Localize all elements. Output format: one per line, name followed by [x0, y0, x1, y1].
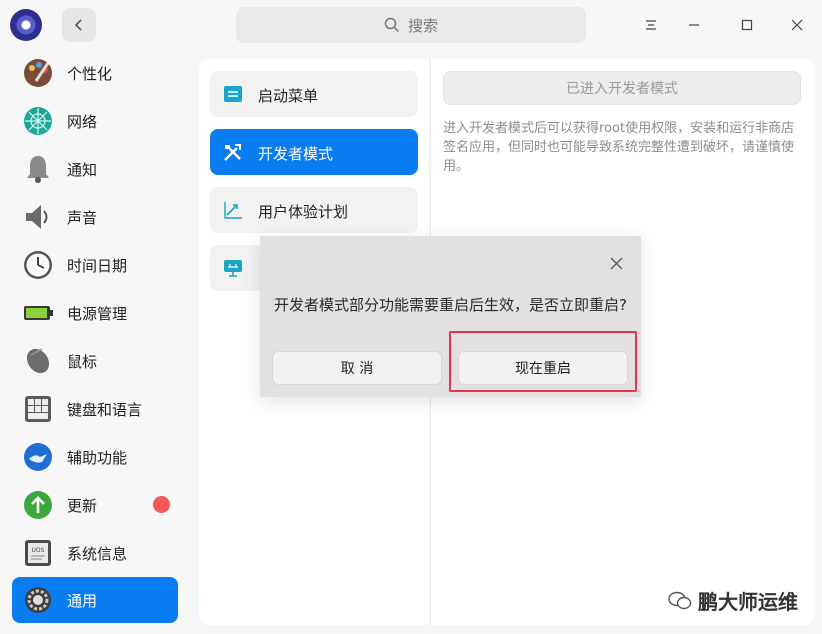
menu-button[interactable]	[640, 14, 662, 36]
sidebar-item-datetime[interactable]: 时间日期	[12, 242, 178, 288]
watermark-text: 鹏大师运维	[698, 590, 798, 614]
speaker-icon	[26, 205, 48, 229]
personalization-icon	[24, 59, 52, 87]
developer-mode-button[interactable]: 已进入开发者模式	[443, 71, 801, 105]
keyboard-icon	[25, 396, 51, 422]
dialog-message: 开发者模式部分功能需要重启后生效，是否立即重启?	[274, 296, 627, 314]
sidebar-item-update[interactable]: 更新	[12, 482, 178, 528]
sidebar-item-label: 辅助功能	[67, 448, 128, 467]
sidebar-item-label: 网络	[67, 112, 98, 131]
close-icon	[610, 257, 622, 269]
sidebar-item-notification[interactable]: 通知	[12, 146, 178, 192]
sidebar-item-label: 电源管理	[67, 304, 128, 323]
sidebar-item-label: 时间日期	[67, 256, 128, 275]
accessibility-icon	[24, 443, 52, 471]
wechat-icon	[668, 591, 692, 609]
sidebar: 个性化 网络 通知 声音 时间日期 电源管理 鼠标 键盘和语言 辅助功能 更新 …	[0, 50, 190, 634]
minimize-button[interactable]	[683, 14, 705, 36]
tools-icon	[224, 144, 241, 161]
search-placeholder: 搜索	[407, 16, 438, 35]
minimize-icon	[689, 24, 699, 26]
control-center-logo-icon	[10, 9, 42, 41]
sidebar-item-power[interactable]: 电源管理	[12, 290, 178, 336]
chevron-left-icon	[74, 19, 82, 31]
sidebar-item-system-info[interactable]: UOS 系统信息	[12, 530, 178, 576]
sidebar-item-label: 鼠标	[67, 352, 98, 371]
sidebar-item-network[interactable]: 网络	[12, 98, 178, 144]
close-icon	[791, 19, 803, 31]
diagnostics-icon	[224, 260, 242, 277]
system-info-icon-text: UOS	[32, 547, 45, 554]
update-badge	[153, 496, 170, 513]
back-button[interactable]	[62, 8, 96, 42]
restart-button-highlight	[449, 331, 637, 392]
sub-item-user-experience[interactable]: 用户体验计划	[210, 187, 418, 233]
menu-icon	[646, 20, 656, 30]
sub-item-label: 开发者模式	[258, 145, 334, 163]
maximize-icon	[741, 19, 753, 31]
sidebar-item-label: 通用	[67, 591, 98, 610]
sidebar-item-label: 声音	[67, 208, 98, 227]
title-bar: 搜索	[0, 0, 822, 50]
dialog-close-button[interactable]	[606, 253, 626, 273]
sub-item-boot-menu[interactable]: 启动菜单	[210, 71, 418, 117]
sidebar-item-label: 系统信息	[67, 544, 128, 563]
battery-icon	[24, 306, 53, 320]
sidebar-item-mouse[interactable]: 鼠标	[12, 338, 178, 384]
sidebar-item-accessibility[interactable]: 辅助功能	[12, 434, 178, 480]
cancel-button[interactable]: 取 消	[272, 351, 442, 385]
search-input[interactable]: 搜索	[236, 7, 586, 43]
search-icon	[384, 17, 400, 33]
gear-icon	[25, 587, 51, 613]
watermark: 鹏大师运维	[668, 586, 798, 615]
sidebar-item-label: 个性化	[67, 64, 113, 83]
chart-up-icon	[224, 202, 242, 219]
close-button[interactable]	[786, 14, 808, 36]
sidebar-item-label: 键盘和语言	[67, 400, 143, 419]
sidebar-item-keyboard[interactable]: 键盘和语言	[12, 386, 178, 432]
sidebar-item-sound[interactable]: 声音	[12, 194, 178, 240]
system-info-icon: UOS	[25, 540, 51, 566]
sidebar-item-label: 通知	[67, 160, 98, 179]
sub-item-label: 用户体验计划	[258, 203, 349, 221]
maximize-button[interactable]	[736, 14, 758, 36]
boot-menu-icon	[224, 86, 242, 102]
sidebar-item-general[interactable]: 通用	[12, 577, 178, 623]
sidebar-item-label: 更新	[67, 496, 98, 515]
update-icon	[24, 491, 52, 519]
clock-icon	[24, 251, 52, 279]
mouse-icon	[26, 348, 50, 374]
sidebar-item-personalization[interactable]: 个性化	[12, 50, 178, 96]
sub-item-label: 启动菜单	[258, 87, 319, 105]
developer-mode-description: 进入开发者模式后可以获得root使用权限，安装和运行非商店签名应用，但同时也可能…	[443, 121, 795, 174]
bell-icon	[27, 156, 49, 183]
network-icon	[24, 107, 52, 135]
sub-item-developer-mode[interactable]: 开发者模式	[210, 129, 418, 175]
